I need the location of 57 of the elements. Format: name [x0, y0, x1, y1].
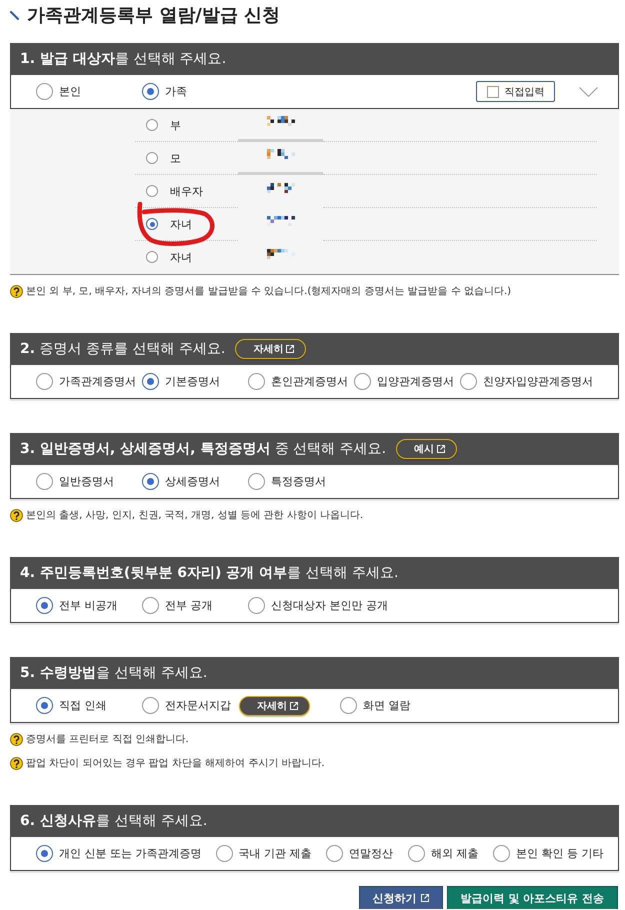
diagonal-line-icon — [10, 10, 19, 20]
pixelated-name-icon — [266, 148, 294, 160]
radio-option[interactable]: 친양자입양관계증명서 — [460, 373, 593, 390]
help-icon — [10, 284, 23, 298]
pixelated-name-icon — [266, 248, 294, 260]
help-icon — [10, 756, 23, 770]
help-icon — [10, 732, 23, 746]
direct-input-button[interactable]: 직접입력 — [476, 81, 555, 102]
section-heading: 1. 발급 대상자를 선택해 주세요. — [20, 50, 226, 68]
radio-option[interactable]: 혼인관계증명서 — [248, 373, 348, 390]
radio-option[interactable]: 본인 — [36, 83, 81, 100]
info-link-button[interactable]: 자세히 — [239, 696, 310, 716]
external-link-icon — [286, 345, 294, 353]
external-link-icon — [290, 702, 298, 710]
radio-option[interactable]: 국내 기관 제출 — [216, 845, 312, 862]
section-heading: 5. 수령방법을 선택해 주세요. — [20, 664, 208, 682]
section-heading: 4. 주민등록번호(뒷부분 6자리) 공개 여부를 선택해 주세요. — [20, 564, 398, 582]
radio-option[interactable]: 해외 제출 — [408, 845, 478, 862]
note-text: 본인의 출생, 사망, 인지, 친권, 국적, 개명, 성별 등에 관한 사항이 나옵니다. — [26, 509, 364, 522]
radio-option[interactable]: 전부 공개 — [142, 597, 212, 614]
note-text: 팝업 차단이 되어있는 경우 팝업 차단을 해제하여 주시기 바랍니다. — [26, 757, 325, 770]
radio-option[interactable]: 전부 비공개 — [36, 597, 118, 614]
radio-option[interactable]: 특정증명서 — [248, 473, 326, 490]
external-link-icon — [437, 445, 446, 453]
pixelated-name-icon — [266, 116, 294, 126]
radio-option[interactable]: 가족관계증명서 — [36, 373, 136, 390]
radio-option[interactable]: 직접 인쇄 — [36, 697, 106, 714]
chevron-down-icon[interactable] — [579, 86, 598, 96]
radio-option[interactable]: 연말정산 — [326, 845, 394, 862]
action-button[interactable]: 발급이력 및 아포스티유 전송 — [446, 886, 618, 909]
family-member-option[interactable]: 자녀 — [146, 250, 192, 264]
radio-option[interactable]: 전자문서지갑 — [142, 697, 231, 714]
pixelated-name-icon — [266, 216, 294, 226]
family-member-option[interactable]: 자녀 — [146, 216, 192, 232]
pixelated-name-icon — [266, 182, 294, 194]
radio-option[interactable]: 본인 확인 등 기타 — [493, 845, 604, 862]
radio-option[interactable]: 일반증명서 — [36, 473, 114, 490]
family-member-option[interactable]: 모 — [146, 150, 181, 166]
section-heading: 3. 일반증명서, 상세증명서, 특정증명서 중 선택해 주세요. — [20, 440, 386, 458]
info-link-button[interactable]: 예시 — [396, 439, 458, 459]
note-text: 증명서를 프린터로 직접 인쇄합니다. — [26, 733, 189, 746]
help-icon — [10, 508, 23, 522]
section-heading: 2. 증명서 종류를 선택해 주세요. — [20, 340, 226, 358]
family-member-option[interactable]: 부 — [146, 118, 181, 132]
radio-option[interactable]: 입양관계증명서 — [354, 373, 454, 390]
radio-option[interactable]: 화면 열람 — [340, 697, 410, 714]
note-text: 본인 외 부, 모, 배우자, 자녀의 증명서를 발급받을 수 있습니다.(형제자매의 증명서는 발급받을 수 없습니다.) — [26, 285, 512, 298]
family-member-option[interactable]: 배우자 — [146, 184, 203, 198]
radio-option[interactable]: 상세증명서 — [142, 473, 220, 490]
radio-option[interactable]: 가족 — [142, 83, 187, 100]
radio-option[interactable]: 신청대상자 본인만 공개 — [248, 597, 388, 614]
radio-option[interactable]: 개인 신분 또는 가족관계증명 — [36, 845, 202, 862]
info-link-button[interactable]: 자세히 — [235, 339, 306, 359]
page-title: 가족관계등록부 열람/발급 신청 — [27, 4, 280, 27]
radio-option[interactable]: 기본증명서 — [142, 373, 220, 390]
action-button[interactable]: 신청하기 — [358, 886, 442, 909]
section-heading: 6. 신청사유를 선택해 주세요. — [20, 812, 208, 830]
